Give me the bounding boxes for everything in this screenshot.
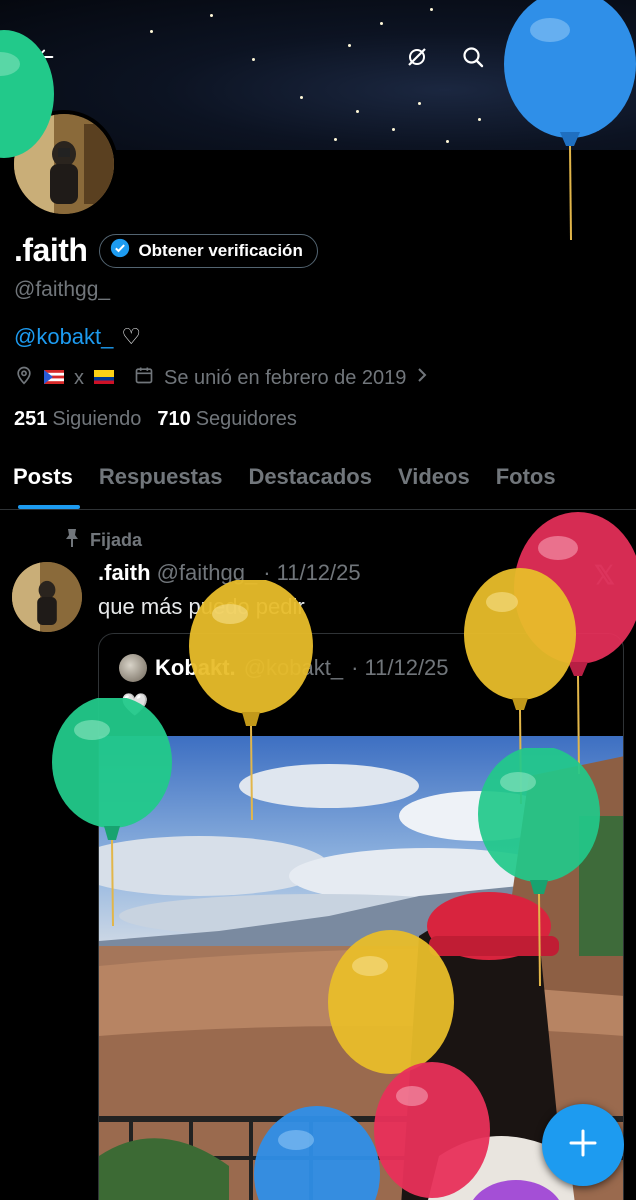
post-author-avatar[interactable] [12,562,82,632]
plus-icon [568,1128,598,1163]
quoted-post[interactable]: Kobakt. @kobakt_ · 11/12/25 🤍 [98,633,624,1200]
follow-stats: 251 Siguiendo 710 Seguidores [14,408,297,431]
post-text: que más puedo pedir [98,594,305,619]
quote-date: · 11/12/25 [351,655,449,680]
followers-count: 710 [157,408,191,430]
compose-post-button[interactable] [542,1104,624,1186]
colombia-flag-icon [94,367,114,390]
quote-author-avatar [119,654,147,682]
tab-posts[interactable]: Posts [0,446,86,509]
following-link[interactable]: 251 Siguiendo [14,408,141,431]
post-author-name[interactable]: .faith [98,560,151,586]
profile-avatar[interactable] [10,110,118,218]
quote-header: Kobakt. @kobakt_ · 11/12/25 [119,654,449,682]
location-text: x [74,366,84,389]
post-author-handle[interactable]: @faithgg_ [157,560,258,586]
tab-photos[interactable]: Fotos [483,446,569,509]
joined-date: Se unió en febrero de 2019 [164,366,407,389]
edit-icon[interactable] [512,38,550,76]
location-icon [14,364,34,392]
tab-replies[interactable]: Respuestas [86,446,236,509]
bio-heart: ♡ [121,324,142,349]
tab-highlights[interactable]: Destacados [235,446,385,509]
quote-author-name: Kobakt. [155,655,236,680]
followers-label: Seguidores [195,408,297,430]
pinned-indicator: Fijada [64,528,142,553]
profile-tabs: Posts Respuestas Destacados Videos Fotos [0,446,636,510]
profile-bio: @kobakt_ ♡ [14,324,141,350]
profile-display-name: .faith [14,232,88,268]
verified-badge-icon [110,238,130,263]
get-verified-label: Obtener verificación [138,240,303,260]
followers-link[interactable]: 710 Seguidores [157,408,297,431]
pin-icon [64,528,80,553]
profile-meta: x Se unió en febrero de 2019 [14,364,428,392]
post-header: .faith @faithgg_ · 11/12/25 [98,560,361,586]
puerto-rico-flag-icon [44,367,64,390]
get-verified-button[interactable]: Obtener verificación [99,233,318,268]
chevron-right-icon[interactable] [416,366,428,390]
tab-videos[interactable]: Videos [385,446,483,509]
back-arrow-icon[interactable] [26,38,64,76]
profile-handle: @faithgg_ [14,278,111,301]
share-icon[interactable] [570,38,608,76]
x-logo-icon: 𝕏 [594,560,615,590]
post-date[interactable]: · 11/12/25 [263,560,360,586]
grok-icon[interactable] [398,38,436,76]
quote-text: 🤍 [121,692,149,717]
following-label: Siguiendo [52,408,142,430]
pinned-label: Fijada [90,530,143,550]
calendar-icon [134,365,154,391]
quote-author-handle: @kobakt_ [243,655,344,680]
following-count: 251 [14,408,48,430]
search-icon[interactable] [454,38,492,76]
bio-mention-link[interactable]: @kobakt_ [14,324,113,350]
